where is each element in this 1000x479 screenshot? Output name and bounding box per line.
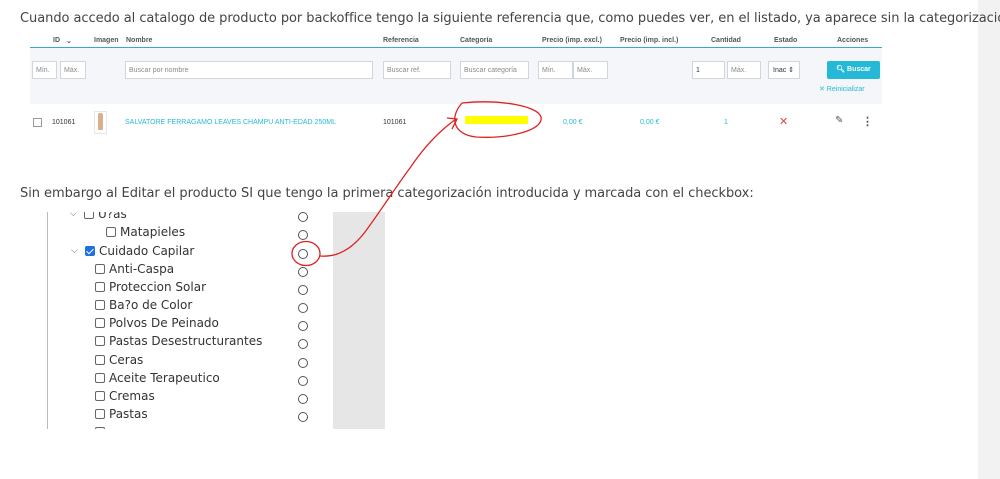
category-label: Aceite Terapeutico (109, 371, 220, 385)
category-checkbox[interactable] (95, 427, 105, 429)
category-checkbox[interactable] (95, 318, 105, 328)
category-checkbox[interactable] (95, 355, 105, 365)
header-referencia[interactable]: Referencia (383, 37, 419, 44)
category-item[interactable]: Polvos De Peinado (95, 316, 219, 334)
category-label: Polvos De Peinado (109, 316, 219, 330)
default-category-radio[interactable] (298, 267, 308, 277)
bottle-image (98, 113, 103, 130)
category-item[interactable]: Ceras (95, 353, 143, 371)
search-button-label: Buscar (847, 66, 871, 73)
row-select-checkbox[interactable] (33, 118, 42, 127)
category-checkbox[interactable] (84, 212, 94, 219)
chevron-down-icon[interactable]: ⌵ (70, 212, 77, 219)
category-checkbox[interactable] (106, 227, 116, 237)
name-search-input[interactable]: Buscar por nombre (125, 61, 373, 79)
category-item[interactable]: Ba?o de Color (95, 298, 192, 316)
category-checkbox-checked[interactable] (85, 246, 95, 256)
header-nombre[interactable]: Nombre (126, 37, 152, 44)
category-checkbox[interactable] (95, 391, 105, 401)
category-item[interactable]: ⌵ Cuidado Capilar (71, 244, 195, 262)
row-price-excl[interactable]: 0,00 € (563, 119, 582, 126)
category-item[interactable]: ⌵ U?as (70, 212, 127, 225)
category-item[interactable]: Cremas (95, 389, 155, 407)
id-max-input[interactable]: Máx. (60, 61, 86, 79)
pencil-icon[interactable]: ✎ (835, 115, 843, 126)
category-label: Cremas (109, 389, 155, 403)
quantity-min-input[interactable]: 1 (692, 61, 725, 79)
default-category-radio[interactable] (298, 230, 308, 240)
row-quantity[interactable]: 1 (724, 119, 728, 126)
table-row[interactable]: 101061 SALVATORE FERRAGAMO LEAVES CHAMPU… (30, 105, 882, 139)
category-label: Cuidado Capilar (99, 244, 195, 258)
reference-search-input[interactable]: Buscar ref. (383, 61, 451, 79)
row-reference: 101061 (383, 119, 407, 126)
status-select[interactable]: Inac ⇕ (768, 61, 800, 79)
default-category-radio[interactable] (298, 394, 308, 404)
second-paragraph: Sin embargo al Editar el producto SI que… (20, 186, 754, 201)
row-price-incl[interactable]: 0,00 € (640, 119, 659, 126)
default-category-radio[interactable] (298, 285, 308, 295)
category-label: Matapieles (120, 225, 186, 239)
row-id: 101061 (52, 119, 76, 126)
default-category-radio[interactable] (298, 376, 308, 386)
category-search-input[interactable]: Buscar categoría (460, 61, 529, 79)
header-estado[interactable]: Estado (774, 37, 797, 44)
category-label: U?as (98, 212, 127, 221)
kebab-icon[interactable]: ⋮ (862, 115, 873, 128)
header-precio-excl[interactable]: Precio (imp. excl.) (542, 37, 602, 44)
default-category-radio[interactable] (298, 249, 308, 259)
price-min-input[interactable]: Mín. (538, 61, 573, 79)
category-item-partial[interactable] (95, 425, 109, 429)
category-tree-screenshot: ⌵ U?as Matapieles ⌵ Cuidado Capilar Anti… (47, 212, 385, 429)
search-button[interactable]: 🔍︎ Buscar (827, 61, 880, 79)
category-checkbox[interactable] (95, 300, 105, 310)
category-checkbox[interactable] (95, 264, 105, 274)
category-item[interactable]: Pastas Desestructurantes (95, 334, 262, 352)
category-label: Ceras (109, 353, 144, 367)
header-id[interactable]: ID (53, 37, 60, 44)
chevron-down-icon[interactable]: ⌵ (71, 246, 78, 256)
category-label: Proteccion Solar (109, 280, 206, 294)
category-item[interactable]: Aceite Terapeutico (95, 371, 220, 389)
reset-filters-link[interactable]: ✕ Reinicializar (819, 85, 865, 93)
default-category-radio[interactable] (298, 358, 308, 368)
header-acciones: Acciones (837, 37, 869, 44)
category-label: Pastas (109, 407, 148, 421)
tree-side-panel (333, 212, 385, 429)
category-item[interactable]: Anti-Caspa (95, 262, 174, 280)
magnifier-icon: 🔍︎ (836, 66, 846, 73)
price-max-input[interactable]: Máx. (573, 61, 608, 79)
sort-caret-icon[interactable]: ⌄ (66, 37, 72, 45)
category-item[interactable]: Proteccion Solar (95, 280, 206, 298)
inactive-status-icon[interactable]: ✕ (779, 115, 788, 128)
header-imagen: Imagen (94, 37, 119, 44)
category-label: Anti-Caspa (109, 262, 175, 276)
category-label: Pastas Desestructurantes (109, 334, 263, 348)
category-item[interactable]: Matapieles (106, 225, 185, 243)
default-category-radio[interactable] (298, 412, 308, 422)
empty-category-highlight (465, 116, 528, 124)
category-checkbox[interactable] (95, 336, 105, 346)
header-precio-incl[interactable]: Precio (imp. incl.) (620, 37, 678, 44)
tree-border (47, 212, 48, 429)
header-categoria[interactable]: Categoría (460, 37, 492, 44)
category-item[interactable]: Pastas (95, 407, 148, 425)
default-category-radio[interactable] (298, 303, 308, 313)
page-side-strip (978, 0, 1000, 479)
category-checkbox[interactable] (95, 409, 105, 419)
product-name-link[interactable]: SALVATORE FERRAGAMO LEAVES CHAMPU ANTI-E… (125, 119, 336, 126)
default-category-radio[interactable] (298, 339, 308, 349)
product-list-screenshot: ID ⌄ Imagen Nombre Referencia Categoría … (30, 33, 882, 139)
category-checkbox[interactable] (95, 282, 105, 292)
default-category-radio[interactable] (298, 212, 308, 222)
id-min-input[interactable]: Mín. (32, 61, 57, 79)
header-cantidad[interactable]: Cantidad (711, 37, 741, 44)
category-label: Ba?o de Color (109, 298, 193, 312)
default-category-radio[interactable] (298, 321, 308, 331)
intro-paragraph: Cuando accedo al catalogo de producto po… (20, 11, 1000, 26)
category-checkbox[interactable] (95, 373, 105, 383)
quantity-max-input[interactable]: Máx. (727, 61, 761, 79)
